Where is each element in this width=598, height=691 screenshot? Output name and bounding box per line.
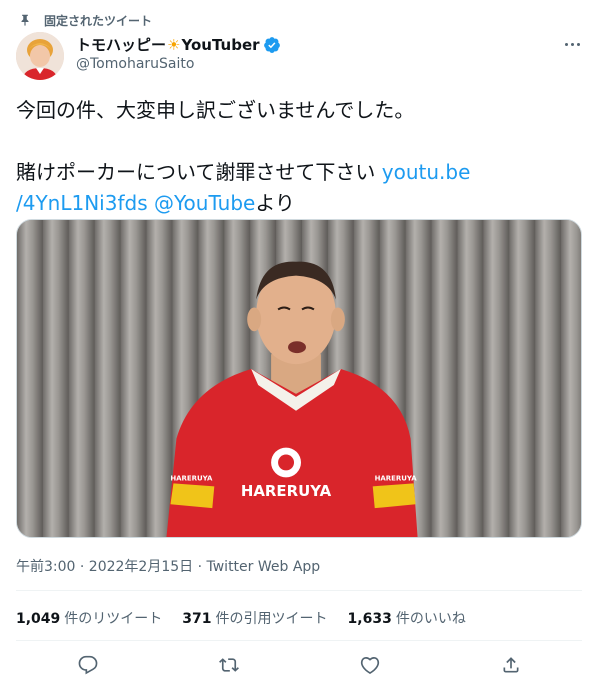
stat-label: 件のリツイート xyxy=(64,611,163,627)
stat-likes[interactable]: 1,633 件のいいね xyxy=(348,608,466,628)
share-button[interactable] xyxy=(500,654,522,676)
sleeve-text-right: HARERUYA xyxy=(375,474,418,482)
stat-count: 371 xyxy=(182,611,212,627)
pinned-label: 固定されたツイート xyxy=(44,13,153,28)
tweet-line1: 今回の件、大変申し訳ございませんでした。 xyxy=(16,98,415,122)
more-icon xyxy=(564,42,568,46)
video-thumbnail[interactable]: HARERUYA HARERUYA HARERUYA xyxy=(16,219,582,538)
share-icon xyxy=(503,657,519,673)
reply-icon xyxy=(78,655,98,675)
stat-label: 件のいいね xyxy=(395,611,466,627)
author-handle[interactable]: @TomoharuSaito xyxy=(76,56,194,72)
stat-retweets[interactable]: 1,049 件のリツイート xyxy=(16,608,162,628)
pinned-indicator: 固定されたツイート xyxy=(18,12,152,28)
retweet-button[interactable] xyxy=(218,654,240,676)
tweet-text: 今回の件、大変申し訳ございませんでした。 賭けポーカーについて謝罪させて下さい … xyxy=(16,95,582,219)
divider-bottom xyxy=(16,640,582,641)
reply-button[interactable] xyxy=(77,654,99,676)
display-name: トモハッピー xyxy=(76,36,167,54)
divider-top xyxy=(16,590,582,591)
more-button[interactable] xyxy=(560,34,584,54)
like-button[interactable] xyxy=(359,654,381,676)
avatar[interactable] xyxy=(16,32,64,80)
display-name-suffix: YouTuber xyxy=(181,35,260,54)
retweet-icon xyxy=(219,658,239,672)
verified-badge-icon xyxy=(263,36,280,53)
stat-count: 1,049 xyxy=(16,611,61,627)
engagement-stats: 1,049 件のリツイート 371 件の引用ツイート 1,633 件のいいね xyxy=(16,608,486,628)
shirt-logo-text: HARERUYA xyxy=(241,482,332,500)
tweet-suffix: より xyxy=(255,191,295,215)
sun-emoji-icon: ☀ xyxy=(167,35,181,54)
tweet-line2: 賭けポーカーについて謝罪させて下さい xyxy=(16,160,382,184)
stat-label: 件の引用ツイート xyxy=(215,611,328,627)
like-icon xyxy=(360,657,380,675)
tweet-mention[interactable]: @YouTube xyxy=(154,191,255,215)
action-bar xyxy=(0,654,598,680)
author-name[interactable]: トモハッピー ☀ YouTuber xyxy=(76,34,281,55)
sleeve-text-left: HARERUYA xyxy=(170,474,213,482)
pin-icon xyxy=(21,14,29,26)
stat-quotes[interactable]: 371 件の引用ツイート xyxy=(182,608,327,628)
tweet-timestamp[interactable]: 午前3:00 · 2022年2月15日 · Twitter Web App xyxy=(16,556,320,576)
stat-count: 1,633 xyxy=(347,611,392,627)
